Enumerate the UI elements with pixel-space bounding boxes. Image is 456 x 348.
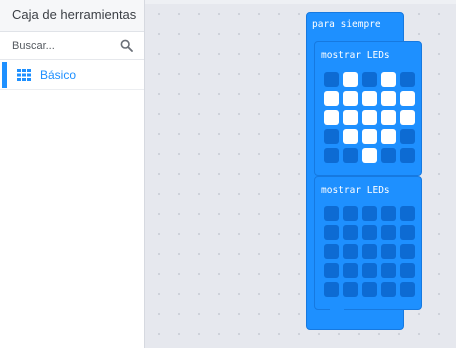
led-cell-4-0[interactable]	[324, 148, 339, 163]
led-grid	[324, 206, 415, 297]
led-cell-0-1[interactable]	[343, 72, 358, 87]
toolbox-category-basic[interactable]: Básico	[0, 62, 144, 90]
led-cell-4-1[interactable]	[343, 148, 358, 163]
forever-block-label: para siempre	[312, 19, 381, 30]
led-cell-1-4[interactable]	[400, 91, 415, 106]
led-cell-2-4[interactable]	[400, 244, 415, 259]
led-cell-0-1[interactable]	[343, 206, 358, 221]
led-cell-1-2[interactable]	[362, 91, 377, 106]
led-cell-0-2[interactable]	[362, 206, 377, 221]
toolbox-panel: Caja de herramientas Básico	[0, 0, 145, 348]
led-cell-0-4[interactable]	[400, 206, 415, 221]
led-cell-0-2[interactable]	[362, 72, 377, 87]
led-grid	[324, 72, 415, 163]
led-cell-2-3[interactable]	[381, 244, 396, 259]
led-cell-0-0[interactable]	[324, 72, 339, 87]
led-cell-3-3[interactable]	[381, 263, 396, 278]
led-cell-2-3[interactable]	[381, 110, 396, 125]
grid-icon	[17, 69, 31, 81]
led-cell-4-3[interactable]	[381, 148, 396, 163]
led-cell-3-1[interactable]	[343, 129, 358, 144]
show-leds-block[interactable]: mostrar LEDs	[314, 41, 422, 176]
workspace-top-edge	[145, 0, 456, 4]
led-cell-4-4[interactable]	[400, 282, 415, 297]
led-cell-0-4[interactable]	[400, 72, 415, 87]
led-cell-2-0[interactable]	[324, 244, 339, 259]
led-cell-4-0[interactable]	[324, 282, 339, 297]
led-cell-1-1[interactable]	[343, 91, 358, 106]
led-cell-1-2[interactable]	[362, 225, 377, 240]
toolbox-title: Caja de herramientas	[0, 0, 144, 32]
led-cell-3-3[interactable]	[381, 129, 396, 144]
toolbox-search	[0, 32, 144, 60]
led-cell-2-2[interactable]	[362, 110, 377, 125]
category-label: Básico	[40, 68, 77, 82]
category-color-bar	[2, 62, 7, 88]
led-cell-3-4[interactable]	[400, 129, 415, 144]
led-cell-0-0[interactable]	[324, 206, 339, 221]
led-cell-2-1[interactable]	[343, 244, 358, 259]
led-cell-4-4[interactable]	[400, 148, 415, 163]
led-cell-1-0[interactable]	[324, 91, 339, 106]
led-cell-3-2[interactable]	[362, 263, 377, 278]
led-cell-3-0[interactable]	[324, 129, 339, 144]
led-cell-2-0[interactable]	[324, 110, 339, 125]
led-cell-3-1[interactable]	[343, 263, 358, 278]
show-leds-label: mostrar LEDs	[321, 50, 390, 61]
led-cell-3-0[interactable]	[324, 263, 339, 278]
search-icon[interactable]	[120, 39, 133, 52]
show-leds-label: mostrar LEDs	[321, 185, 390, 196]
led-cell-1-0[interactable]	[324, 225, 339, 240]
led-cell-2-2[interactable]	[362, 244, 377, 259]
led-cell-2-4[interactable]	[400, 110, 415, 125]
led-cell-2-1[interactable]	[343, 110, 358, 125]
led-cell-1-4[interactable]	[400, 225, 415, 240]
led-cell-1-3[interactable]	[381, 225, 396, 240]
led-cell-0-3[interactable]	[381, 206, 396, 221]
led-cell-3-2[interactable]	[362, 129, 377, 144]
block-notch	[330, 306, 344, 311]
led-cell-1-3[interactable]	[381, 91, 396, 106]
led-cell-0-3[interactable]	[381, 72, 396, 87]
led-cell-4-2[interactable]	[362, 148, 377, 163]
led-cell-3-4[interactable]	[400, 263, 415, 278]
led-cell-4-2[interactable]	[362, 282, 377, 297]
led-cell-1-1[interactable]	[343, 225, 358, 240]
led-cell-4-1[interactable]	[343, 282, 358, 297]
led-cell-4-3[interactable]	[381, 282, 396, 297]
show-leds-block[interactable]: mostrar LEDs	[314, 176, 422, 310]
